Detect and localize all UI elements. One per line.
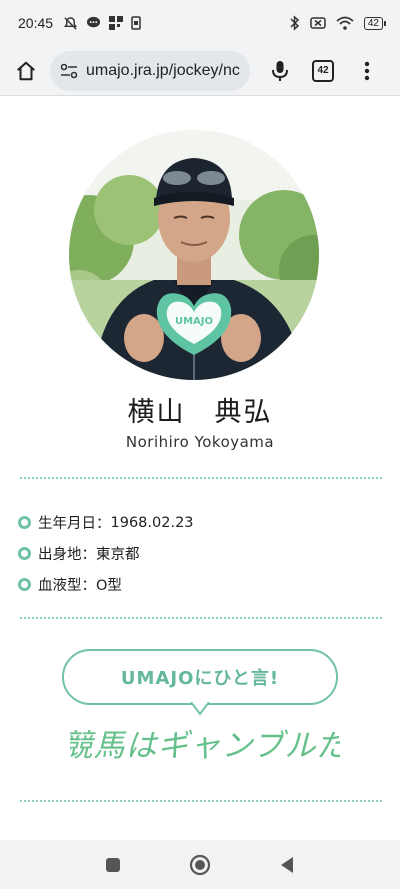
more-vertical-icon: [364, 61, 370, 80]
wifi-icon: [336, 16, 354, 30]
more-menu-button[interactable]: [360, 57, 374, 85]
site-settings-icon[interactable]: [60, 63, 78, 79]
bluetooth-icon: [290, 15, 300, 31]
comment-heading-bubble: UMAJOにひと言!: [62, 649, 338, 705]
profile-info-list: 生年月日： 1968.02.23 出身地： 東京都 血液型： O型: [18, 507, 194, 600]
home-nav-button[interactable]: [180, 845, 220, 885]
comment-text: 競馬はギャンブルだ: [70, 728, 340, 764]
info-label: 出身地：: [38, 547, 96, 563]
jockey-name-english: Norihiro Yokoyama: [125, 433, 275, 451]
chat-icon: [86, 16, 101, 30]
battery-level: 42: [363, 16, 383, 30]
back-button[interactable]: [267, 845, 307, 885]
jockey-photo: UMAJO: [69, 130, 319, 380]
info-value: 1968.02.23: [110, 514, 194, 531]
square-icon: [106, 857, 121, 872]
circle-icon: [189, 854, 211, 875]
photo-card-text: UMAJO: [175, 316, 213, 327]
home-icon: [17, 61, 35, 80]
url-text[interactable]: umajo.jra.jp/jockey/nc: [86, 62, 240, 80]
tab-switcher-button[interactable]: 42: [312, 59, 334, 82]
microphone-icon: [272, 60, 288, 81]
divider-top: [20, 477, 382, 479]
home-button[interactable]: [12, 57, 40, 85]
info-birthplace: 出身地： 東京都: [18, 538, 194, 569]
info-value: O型: [96, 578, 122, 594]
grid-app-icon: [109, 16, 124, 30]
browser-toolbar: umajo.jra.jp/jockey/nc 42: [0, 46, 400, 96]
back-triangle-icon: [280, 856, 293, 873]
bullet-ring-icon: [18, 547, 31, 560]
comment-handwriting: 競馬はギャンブルだ: [70, 728, 340, 764]
bullet-ring-icon: [18, 578, 31, 591]
voice-search-button[interactable]: [266, 57, 294, 85]
comment-heading: UMAJOにひと言!: [120, 668, 280, 689]
info-blood-type: 血液型： O型: [18, 569, 194, 600]
status-bar: 20:45 42: [0, 0, 400, 46]
page-content: UMAJO 横山 典弘 Norihiro Yokoyama 生年月日： 1968…: [0, 97, 400, 840]
info-label: 生年月日：: [38, 516, 111, 532]
divider-middle: [20, 617, 382, 619]
address-bar[interactable]: umajo.jra.jp/jockey/nc: [50, 50, 250, 91]
info-value: 東京都: [96, 547, 140, 563]
jockey-name-japanese: 横山 典弘: [127, 397, 273, 428]
sim-card-icon: [131, 16, 141, 30]
info-birthdate: 生年月日： 1968.02.23: [18, 507, 194, 538]
divider-bottom: [20, 800, 382, 802]
system-navigation-bar: [0, 840, 400, 889]
notifications-off-icon: [63, 16, 78, 31]
battery-icon: 42: [363, 16, 386, 30]
status-time: 20:45: [18, 15, 54, 31]
info-label: 血液型：: [38, 578, 96, 594]
recent-apps-button[interactable]: [93, 845, 133, 885]
bullet-ring-icon: [18, 516, 31, 529]
no-sim-icon: [310, 17, 326, 29]
